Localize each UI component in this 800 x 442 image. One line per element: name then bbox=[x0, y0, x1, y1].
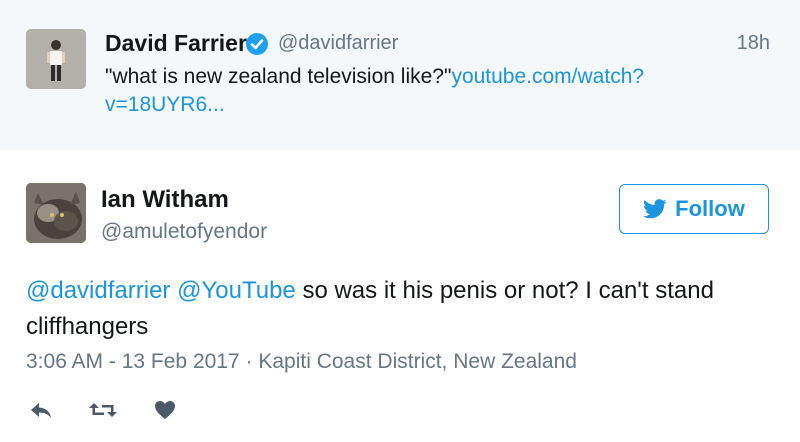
mention-youtube[interactable]: @YouTube bbox=[177, 277, 296, 304]
tweet-actions bbox=[26, 395, 212, 425]
quoted-author-handle[interactable]: @davidfarrier bbox=[278, 32, 398, 55]
tweet-location[interactable]: Kapiti Coast District, New Zealand bbox=[258, 350, 577, 373]
reply-icon bbox=[31, 403, 51, 418]
tweet-meta: 3:06 AM - 13 Feb 2017 · Kapiti Coast Dis… bbox=[26, 350, 577, 373]
quoted-author-avatar[interactable] bbox=[26, 29, 86, 89]
follow-button-label: Follow bbox=[675, 196, 745, 221]
mention-davidfarrier[interactable]: @davidfarrier bbox=[26, 277, 170, 304]
follow-button[interactable]: Follow bbox=[619, 184, 769, 234]
quoted-text-body: "what is new zealand television like?" bbox=[105, 65, 452, 88]
quoted-tweet[interactable]: David Farrier @davidfarrier 18h "what is… bbox=[0, 0, 800, 150]
quoted-tweet-text: "what is new zealand television like?"yo… bbox=[105, 63, 745, 119]
tweet-text: @davidfarrier @YouTube so was it his pen… bbox=[26, 273, 766, 345]
verified-badge-icon bbox=[246, 33, 268, 55]
quoted-timestamp[interactable]: 18h bbox=[737, 32, 770, 55]
author-name[interactable]: Ian Witham bbox=[101, 186, 229, 214]
like-heart-icon bbox=[155, 401, 175, 419]
tweet-time[interactable]: 3:06 AM bbox=[26, 350, 103, 373]
tweet-date[interactable]: 13 Feb 2017 bbox=[122, 350, 240, 373]
retweet-button[interactable] bbox=[88, 395, 118, 425]
quoted-author-name[interactable]: David Farrier bbox=[105, 30, 247, 57]
reply-button[interactable] bbox=[26, 395, 56, 425]
twitter-bird-icon bbox=[643, 199, 667, 219]
author-avatar[interactable] bbox=[26, 183, 86, 243]
retweet-icon bbox=[89, 403, 117, 417]
author-handle[interactable]: @amuletofyendor bbox=[101, 220, 267, 244]
like-button[interactable] bbox=[150, 395, 180, 425]
